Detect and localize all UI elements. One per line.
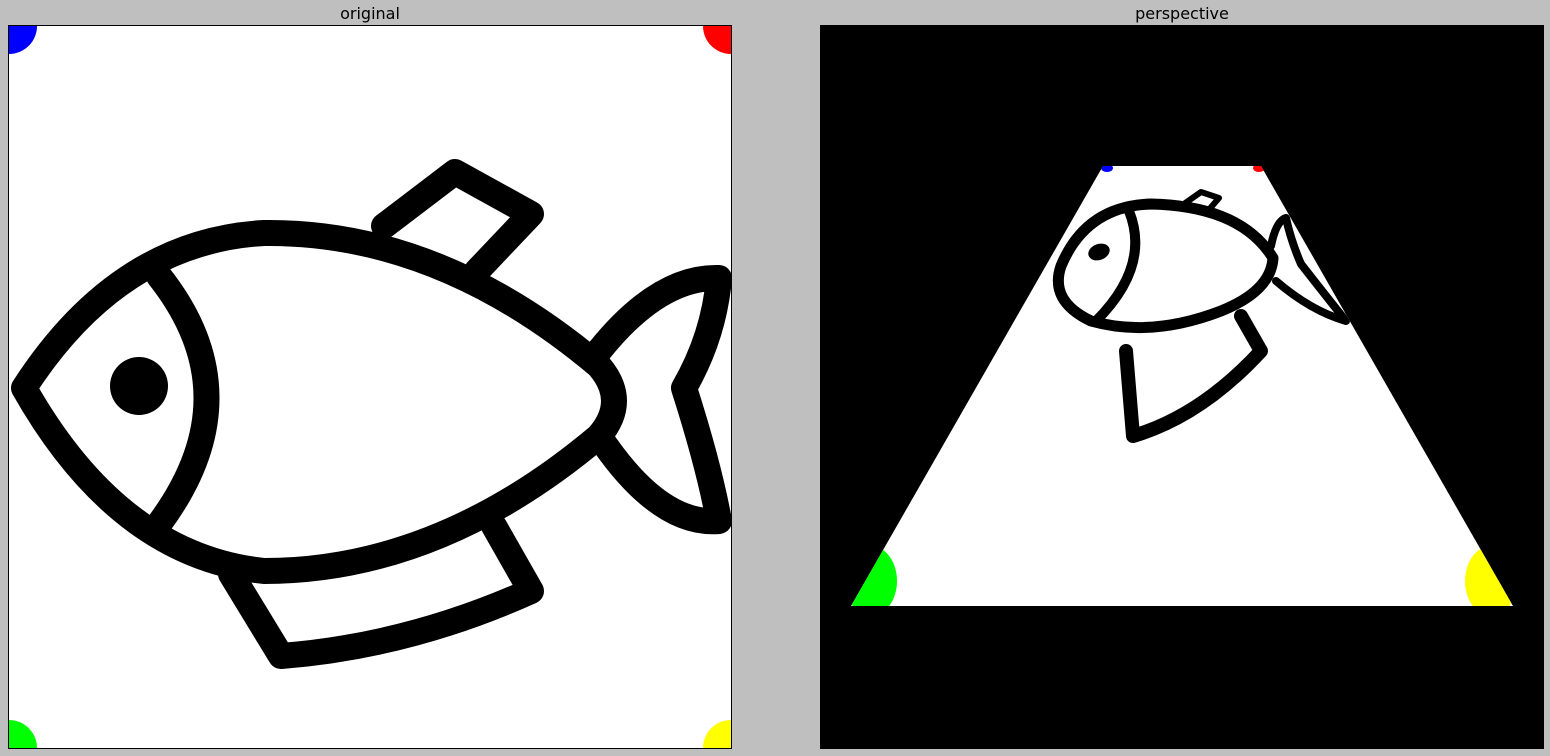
perspective-image-panel	[820, 25, 1544, 749]
warped-corner-marker-top-right	[1253, 166, 1265, 172]
fish-body	[11, 219, 627, 584]
warped-corner-marker-top-left	[1101, 166, 1113, 172]
corner-marker-top-left	[9, 26, 37, 54]
original-image-panel	[8, 25, 732, 749]
panel-title-perspective: perspective	[1135, 4, 1229, 23]
warped-corner-marker-bottom-right	[1465, 546, 1513, 606]
corner-marker-top-right	[703, 26, 731, 54]
corner-marker-bottom-right	[703, 720, 731, 748]
perspective-image	[851, 166, 1513, 606]
panel-title-original: original	[340, 4, 400, 23]
fish-icon	[11, 159, 731, 669]
warped-image-region	[851, 166, 1513, 606]
corner-marker-bottom-left	[9, 720, 37, 748]
original-image	[9, 26, 731, 748]
warped-corner-marker-bottom-left	[851, 546, 897, 606]
fish-eye	[110, 357, 168, 415]
fish-gill	[146, 263, 220, 537]
